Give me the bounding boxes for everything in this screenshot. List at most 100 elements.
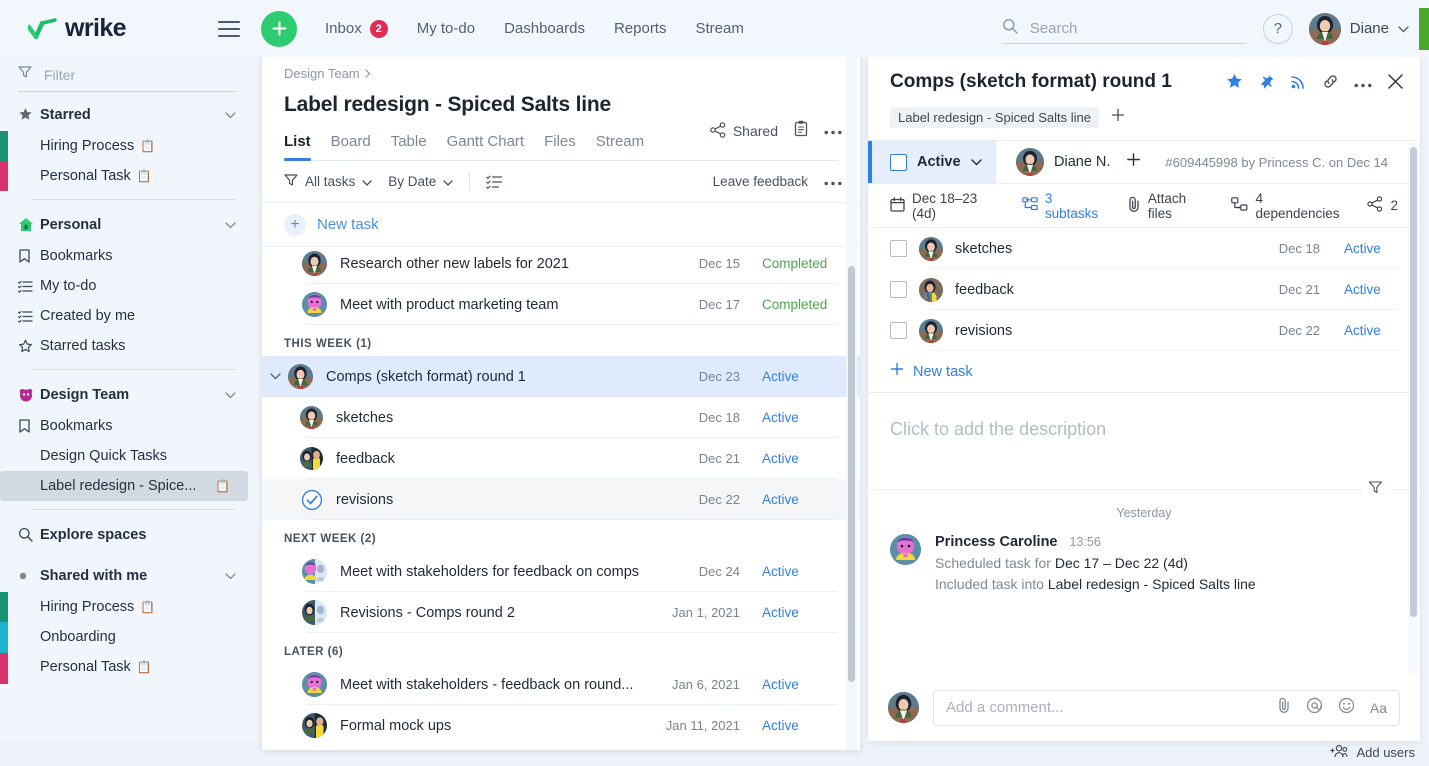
close-icon[interactable] — [1387, 73, 1404, 95]
breadcrumb[interactable]: Design Team — [284, 66, 838, 81]
tab-stream[interactable]: Stream — [586, 133, 654, 160]
list-item[interactable]: revisions Dec 22 Active — [868, 310, 1420, 351]
sidebar-item-hiring-process[interactable]: Hiring Process 📋 — [0, 131, 250, 161]
assignee-chip[interactable]: Diane N. — [996, 148, 1141, 176]
sidebar-group-design-team[interactable]: Design Team — [0, 378, 250, 411]
share-button[interactable]: Shared — [710, 121, 778, 141]
sidebar-item-shared-onboarding[interactable]: Onboarding — [0, 622, 250, 652]
more-options-icon[interactable] — [824, 173, 842, 191]
sidebar-item-shared-hiring-process[interactable]: Hiring Process 📋 — [0, 592, 250, 622]
status-badge[interactable]: Active — [762, 605, 838, 620]
tab-files[interactable]: Files — [534, 133, 586, 160]
sidebar-item-bookmarks-personal[interactable]: Bookmarks — [0, 241, 250, 271]
chevron-down-icon[interactable] — [225, 216, 236, 234]
more-options-icon[interactable] — [824, 122, 842, 140]
sidebar-item-personal-task[interactable]: Personal Task 📋 — [0, 161, 250, 191]
status-badge[interactable]: Completed — [762, 256, 838, 271]
sidebar-explore-spaces[interactable]: Explore spaces — [0, 518, 250, 551]
wrike-logo[interactable]: wrike — [26, 14, 214, 43]
filter-all-tasks-dropdown[interactable]: All tasks — [284, 173, 372, 190]
subtasks-link[interactable]: 3 subtasks — [1022, 191, 1107, 221]
table-row[interactable]: Meet with product marketing team Dec 17 … — [262, 284, 860, 325]
table-row[interactable]: Comps (sketch format) round 1 Dec 23 Act… — [262, 356, 860, 397]
dependencies-button[interactable]: 4 dependencies — [1231, 191, 1347, 221]
status-badge[interactable]: Active — [762, 410, 838, 425]
checklist-view-button[interactable] — [486, 175, 503, 189]
nav-item-my-to-do[interactable]: My to-do — [417, 20, 475, 37]
sidebar-group-shared-with-me[interactable]: Shared with me — [0, 559, 250, 592]
tab-board[interactable]: Board — [321, 133, 381, 160]
document-icon[interactable] — [794, 120, 808, 142]
comment-input[interactable] — [946, 699, 1277, 716]
activity-filter-icon[interactable] — [1363, 480, 1388, 500]
status-badge[interactable]: Completed — [762, 297, 838, 312]
parent-folder-tag[interactable]: Label redesign - Spiced Salts line — [890, 107, 1099, 128]
chevron-down-icon[interactable] — [225, 106, 236, 124]
subtask-checkbox[interactable] — [890, 322, 907, 339]
task-dates[interactable]: Dec 18–23 (4d) — [890, 191, 1002, 221]
attach-files-button[interactable]: Attach files — [1127, 191, 1212, 221]
table-row[interactable]: Revisions - Comps round 2 Jan 1, 2021 Ac… — [262, 592, 860, 633]
sidebar-item-label-redesign[interactable]: Label redesign - Spice... 📋 — [0, 471, 248, 501]
sidebar-item-starred-tasks[interactable]: Starred tasks — [0, 331, 250, 361]
tab-list[interactable]: List — [284, 133, 321, 161]
status-badge[interactable]: Active — [762, 451, 838, 466]
sort-by-date-dropdown[interactable]: By Date — [388, 174, 453, 189]
user-menu[interactable]: Diane — [1308, 12, 1409, 45]
nav-item-reports[interactable]: Reports — [614, 20, 667, 37]
add-tag-button[interactable] — [1111, 108, 1125, 127]
status-badge[interactable]: Active — [1344, 241, 1398, 256]
task-checkbox[interactable] — [890, 153, 907, 171]
status-badge[interactable]: Active — [762, 677, 838, 692]
sidebar-group-personal[interactable]: Personal — [0, 208, 250, 241]
sidebar-filter-input[interactable] — [44, 66, 214, 83]
comment-input-box[interactable]: Aa — [933, 689, 1400, 726]
pin-icon[interactable] — [1258, 73, 1275, 95]
text-format-icon[interactable]: Aa — [1370, 700, 1387, 716]
status-badge[interactable]: Active — [1344, 282, 1398, 297]
status-badge[interactable]: Active — [1344, 323, 1398, 338]
status-badge[interactable]: Active — [762, 492, 838, 507]
leave-feedback-button[interactable]: Leave feedback — [713, 174, 808, 189]
chevron-down-icon[interactable] — [225, 567, 236, 585]
list-item[interactable]: sketches Dec 18 Active — [868, 228, 1420, 269]
add-assignee-button[interactable] — [1126, 152, 1141, 172]
tab-gantt-chart[interactable]: Gantt Chart — [437, 133, 535, 160]
subtask-checkbox[interactable] — [890, 281, 907, 298]
search-box[interactable] — [1001, 14, 1247, 44]
follow-rss-icon[interactable] — [1290, 73, 1307, 95]
sidebar-item-my-to-do[interactable]: My to-do — [0, 271, 250, 301]
status-badge[interactable]: Active — [762, 369, 838, 384]
table-row[interactable]: Meet with stakeholders for feedback on c… — [262, 551, 860, 592]
scrollbar-thumb[interactable] — [848, 266, 855, 682]
sidebar-item-shared-personal-task[interactable]: Personal Task 📋 — [0, 652, 250, 682]
scrollbar-thumb[interactable] — [1410, 147, 1417, 617]
sidebar-item-bookmarks-design[interactable]: Bookmarks — [0, 411, 250, 441]
table-row[interactable]: feedback Dec 21 Active — [262, 438, 860, 479]
table-row[interactable]: Meet with stakeholders - feedback on rou… — [262, 664, 860, 705]
nav-item-inbox[interactable]: Inbox 2 — [325, 19, 388, 38]
create-button[interactable] — [261, 10, 297, 47]
subtask-checkbox[interactable] — [890, 240, 907, 257]
share-count[interactable]: 2 — [1367, 196, 1398, 215]
description-placeholder[interactable]: Click to add the description — [868, 393, 1420, 489]
more-options-icon[interactable] — [1354, 75, 1372, 93]
tab-table[interactable]: Table — [381, 133, 437, 160]
sidebar-group-starred[interactable]: Starred — [0, 98, 250, 131]
detail-new-task-row[interactable]: New task — [868, 351, 1420, 393]
mention-icon[interactable] — [1306, 697, 1323, 719]
status-dropdown[interactable]: Active — [868, 140, 996, 184]
chevron-down-icon[interactable] — [270, 373, 288, 380]
sidebar-item-created-by-me[interactable]: Created by me — [0, 301, 250, 331]
status-badge[interactable]: Active — [762, 718, 838, 733]
help-button[interactable]: ? — [1262, 13, 1293, 44]
nav-item-stream[interactable]: Stream — [695, 20, 743, 37]
chevron-down-icon[interactable] — [225, 386, 236, 404]
hamburger-icon[interactable] — [218, 20, 240, 37]
star-icon[interactable] — [1226, 73, 1243, 95]
new-task-row[interactable]: + New task — [262, 203, 860, 247]
complete-task-icon[interactable] — [300, 488, 323, 511]
nav-item-dashboards[interactable]: Dashboards — [504, 20, 585, 37]
emoji-icon[interactable] — [1338, 697, 1355, 719]
table-row[interactable]: revisions Dec 22 Active — [262, 479, 860, 520]
